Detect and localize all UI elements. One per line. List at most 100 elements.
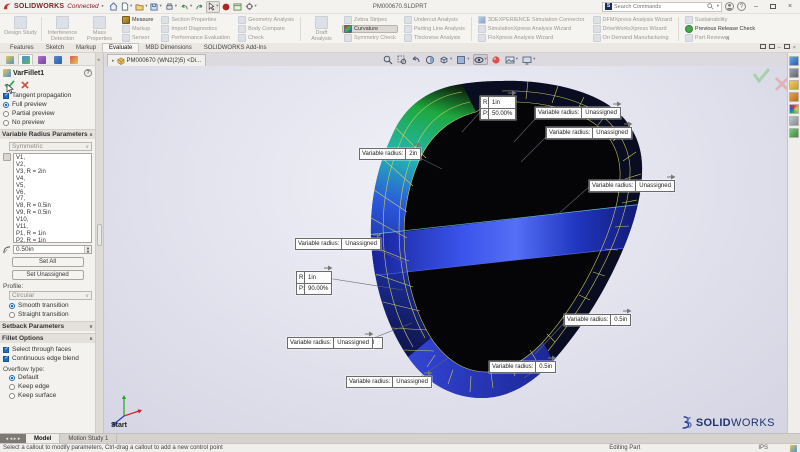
radius-list-item[interactable]: V7, bbox=[16, 196, 89, 203]
file-explorer-icon[interactable] bbox=[789, 80, 799, 90]
dimxpert-manager-tab[interactable] bbox=[50, 54, 65, 65]
radius-list-item[interactable]: V9, R = 0.5in bbox=[16, 210, 89, 217]
callout-value[interactable]: Unassigned bbox=[593, 128, 631, 138]
radius-position-callout[interactable]: R: 1in P: 90.00% bbox=[296, 265, 333, 295]
ribbon-button-floxpress-analysis-wizard[interactable]: FloXpress Analysis Wizard bbox=[476, 33, 587, 42]
callout-drag-handle-icon[interactable] bbox=[548, 355, 557, 361]
callout-value[interactable]: 0.5in bbox=[611, 315, 631, 325]
callout-drag-handle-icon[interactable] bbox=[413, 142, 422, 148]
radius-list-item[interactable]: V11, bbox=[16, 224, 89, 231]
custom-properties-icon[interactable] bbox=[789, 128, 799, 138]
new-document-button[interactable]: ▾ bbox=[120, 1, 133, 13]
save-button[interactable]: ▾ bbox=[149, 1, 162, 13]
section-view-icon[interactable] bbox=[424, 54, 436, 65]
graphics-viewport[interactable]: Variable radius: 2in R: 1in P: 50.00% Variable… bbox=[104, 66, 787, 433]
ribbon-button-check[interactable]: Check bbox=[236, 33, 296, 42]
ribbon-button-curvature[interactable]: Curvature bbox=[341, 24, 398, 34]
setback-parameters-header[interactable]: Setback Parameters ∨ bbox=[0, 321, 95, 331]
configuration-manager-tab[interactable] bbox=[34, 54, 49, 65]
ribbon-button-thickness-analysis[interactable]: Thickness Analysis bbox=[402, 33, 467, 42]
motion-study-tab[interactable]: Motion Study 1 bbox=[60, 434, 118, 443]
callout-drag-handle-icon[interactable] bbox=[423, 370, 433, 376]
ribbon-button-part-reviewer[interactable]: Part Reviewer bbox=[683, 33, 757, 42]
callout-value[interactable]: 1in bbox=[489, 97, 503, 108]
confirm-corner-cancel-icon[interactable] bbox=[774, 76, 787, 92]
select-through-faces-checkbox[interactable] bbox=[3, 346, 9, 353]
splitter-grip[interactable] bbox=[97, 224, 102, 246]
select-tool-button[interactable]: ▾ bbox=[206, 0, 220, 13]
ribbon-tab-sketch[interactable]: Sketch bbox=[40, 43, 70, 52]
tab-scroll-buttons[interactable]: ◂ ◂ ▸ ▸ bbox=[0, 434, 26, 443]
document-tab[interactable]: ▸ PM000670 (WN2(2)5) <Di... bbox=[107, 54, 207, 66]
ribbon-button-zebra-stripes[interactable]: Zebra Stripes bbox=[342, 16, 398, 25]
radius-value-input[interactable]: 0.50in ▲ ▼ bbox=[13, 245, 92, 254]
tree-expand-icon[interactable]: ▸ bbox=[112, 58, 115, 64]
logo-menu-arrow-icon[interactable]: ▸ bbox=[102, 4, 104, 9]
ribbon-collapse-icon[interactable]: ∧ bbox=[726, 35, 730, 42]
callout-drag-handle-icon[interactable] bbox=[612, 101, 622, 107]
undo-button[interactable]: ▾ bbox=[179, 1, 193, 13]
tangent-propagation-checkbox[interactable] bbox=[3, 92, 9, 99]
search-commands-box[interactable]: S ▾ bbox=[602, 1, 722, 12]
ribbon-button-sensor[interactable]: Sensor bbox=[120, 33, 155, 42]
variable-radius-callout[interactable]: Variable radius: Unassigned bbox=[346, 370, 433, 388]
keep-edge-radio[interactable] bbox=[9, 383, 15, 390]
variable-radius-callout[interactable]: Variable radius: 2in bbox=[359, 142, 422, 160]
ribbon-button-parting-line-analysis[interactable]: Parting Line Analysis bbox=[402, 25, 467, 34]
ribbon-button-body-compare[interactable]: Body Compare bbox=[236, 25, 296, 34]
callout-drag-handle-icon[interactable] bbox=[666, 174, 676, 180]
3dexperience-tab-icon[interactable] bbox=[789, 68, 799, 78]
radius-list-item[interactable]: V1, bbox=[16, 155, 89, 162]
ribbon-tab-mbd-dimensions[interactable]: MBD Dimensions bbox=[139, 43, 197, 52]
symmetry-dropdown[interactable]: Symmetric ∨ bbox=[9, 142, 92, 151]
restore-window-button[interactable] bbox=[766, 1, 780, 12]
callout-value[interactable]: Unassigned bbox=[342, 239, 380, 249]
variable-radius-callout[interactable]: Variable radius: 0.5in bbox=[489, 355, 557, 373]
ribbon-button-previous-release-check[interactable]: Previous Release Check bbox=[683, 25, 757, 34]
continuous-edge-blend-checkbox[interactable] bbox=[3, 355, 9, 362]
full-preview-radio[interactable] bbox=[3, 101, 9, 108]
zoom-to-area-icon[interactable] bbox=[396, 54, 408, 65]
radius-list-item[interactable]: V10, bbox=[16, 217, 89, 224]
variable-radius-parameters-header[interactable]: Variable Radius Parameters ∧ bbox=[0, 129, 95, 139]
property-manager-tab[interactable] bbox=[18, 54, 33, 65]
3dexperience-button[interactable] bbox=[221, 1, 231, 13]
ribbon-button-driveworksxpress-wizard[interactable]: DriveWorksXpress Wizard bbox=[591, 25, 674, 34]
callout-drag-handle-icon[interactable] bbox=[372, 232, 382, 238]
ribbon-button-draft-analysis[interactable]: Draft Analysis bbox=[303, 15, 340, 43]
hide-show-items-icon[interactable]: ▾ bbox=[472, 54, 488, 65]
ribbon-button-section-properties[interactable]: Section Properties bbox=[159, 16, 232, 25]
user-account-icon[interactable] bbox=[725, 2, 734, 11]
ribbon-tab-features[interactable]: Features bbox=[4, 43, 40, 52]
callout-drag-handle-icon[interactable] bbox=[623, 308, 632, 314]
design-library-icon[interactable] bbox=[789, 92, 799, 102]
callout-drag-handle-icon[interactable] bbox=[508, 90, 517, 96]
set-unassigned-button[interactable]: Set Unassigned bbox=[11, 270, 84, 280]
print-button[interactable]: ▾ bbox=[164, 1, 178, 13]
radius-list-item[interactable]: V3, R = 2in bbox=[16, 169, 89, 176]
unit-system-label[interactable]: IPS bbox=[758, 445, 782, 451]
confirm-corner-accept-icon[interactable] bbox=[752, 68, 771, 84]
straight-transition-radio[interactable] bbox=[9, 311, 15, 318]
variable-radius-callout[interactable]: Variable radius: Unassigned bbox=[295, 232, 382, 250]
set-all-button[interactable]: Set All bbox=[11, 257, 84, 267]
radius-list-item[interactable]: V4, bbox=[16, 176, 89, 183]
radius-position-callout[interactable]: R: 1in P: 50.00% bbox=[480, 90, 517, 120]
radius-list-item[interactable]: P1, R = 1in bbox=[16, 231, 89, 238]
radius-list-item[interactable]: P2, R = 1in bbox=[16, 238, 89, 242]
ribbon-button-design-study[interactable]: Design Study bbox=[2, 15, 39, 43]
callout-value[interactable]: Unassigned bbox=[582, 108, 620, 118]
zoom-to-fit-icon[interactable] bbox=[382, 54, 394, 65]
profile-dropdown[interactable]: Circular ∨ bbox=[9, 291, 92, 300]
ribbon-button-simulationxpress-analysis-wizard[interactable]: SimulationXpress Analysis Wizard bbox=[476, 25, 587, 34]
ribbon-button-mass-properties[interactable]: Mass Properties bbox=[81, 15, 118, 43]
smooth-transition-radio[interactable] bbox=[9, 302, 15, 309]
doc-restore-icon[interactable] bbox=[783, 44, 790, 51]
keep-surface-radio[interactable] bbox=[9, 392, 15, 399]
ribbon-button-dfmxpress-analysis-wizard[interactable]: DFMXpress Analysis Wizard bbox=[591, 16, 674, 25]
ribbon-button-performance-evaluation[interactable]: Performance Evaluation bbox=[159, 33, 232, 42]
view-settings-icon[interactable]: ▾ bbox=[521, 54, 536, 65]
ribbon-button-measure[interactable]: Measure bbox=[120, 16, 155, 25]
doc-cascade-icon[interactable] bbox=[768, 44, 775, 51]
radius-list-item[interactable]: V5, bbox=[16, 183, 89, 190]
